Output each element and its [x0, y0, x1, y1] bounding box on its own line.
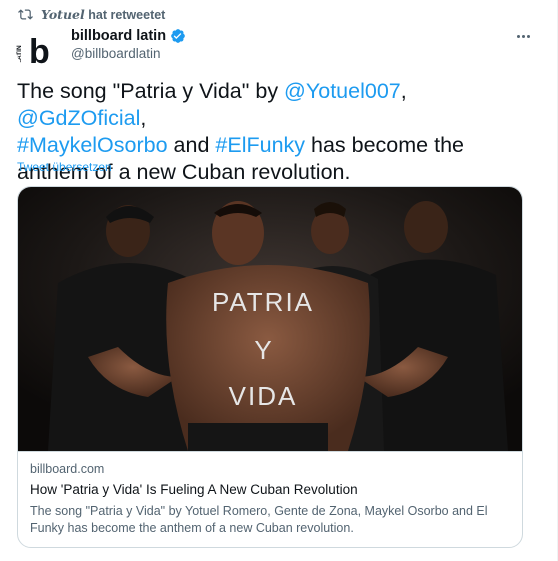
retweeter-name[interactable]: Yotuel [41, 7, 85, 22]
more-dot-icon [526, 34, 530, 38]
mention-yotuel007[interactable]: @Yotuel007 [284, 79, 401, 103]
billboard-latin-logo: LATIN b [16, 26, 61, 71]
card-image[interactable]: PATRIA Y VIDA [18, 187, 523, 451]
logo-latin-text: LATIN [16, 45, 23, 64]
link-card[interactable]: PATRIA Y VIDA billboard.com How 'Patria … [17, 186, 523, 548]
mention-gdzoficial[interactable]: @GdZOficial [17, 106, 140, 130]
avatar[interactable]: LATIN b [16, 26, 61, 71]
tweet-text-part: and [167, 133, 216, 157]
hashtag-elfunky[interactable]: #ElFunky [215, 133, 305, 157]
tweet-text-part: , [140, 106, 147, 130]
tweet-text-part: The song "Patria y Vida" by [17, 79, 285, 103]
retweet-icon [18, 8, 33, 20]
card-domain: billboard.com [30, 462, 105, 476]
author-name[interactable]: billboard latin [71, 28, 166, 44]
logo-b-letter: b [29, 33, 50, 71]
more-options-button[interactable] [513, 28, 533, 44]
more-dot-icon [516, 34, 520, 38]
hashtag-maykelosorbo[interactable]: #MaykelOsorbo [17, 133, 168, 157]
more-dot-icon [521, 34, 525, 38]
author-block: billboard latin @billboardlatin [71, 28, 186, 61]
tweet-text-part: , [400, 79, 407, 103]
chest-text-line3: VIDA [229, 381, 298, 411]
author-handle[interactable]: @billboardlatin [71, 46, 186, 61]
retweet-label: hat retweetet [88, 7, 166, 22]
translate-tweet-link[interactable]: Tweet übersetzen [17, 160, 112, 174]
chest-text-line2: Y [254, 335, 271, 365]
chest-text-line1: PATRIA [212, 287, 314, 317]
card-description: The song "Patria y Vida" by Yotuel Romer… [30, 504, 488, 535]
card-title: How 'Patria y Vida' Is Fueling A New Cub… [30, 482, 358, 497]
tweet[interactable]: Yotuel hat retweetet LATIN b billboard l… [0, 0, 558, 561]
card-body[interactable]: billboard.com How 'Patria y Vida' Is Fue… [18, 451, 522, 547]
retweet-header: Yotuel hat retweetet [18, 6, 165, 22]
verified-icon [171, 29, 185, 43]
